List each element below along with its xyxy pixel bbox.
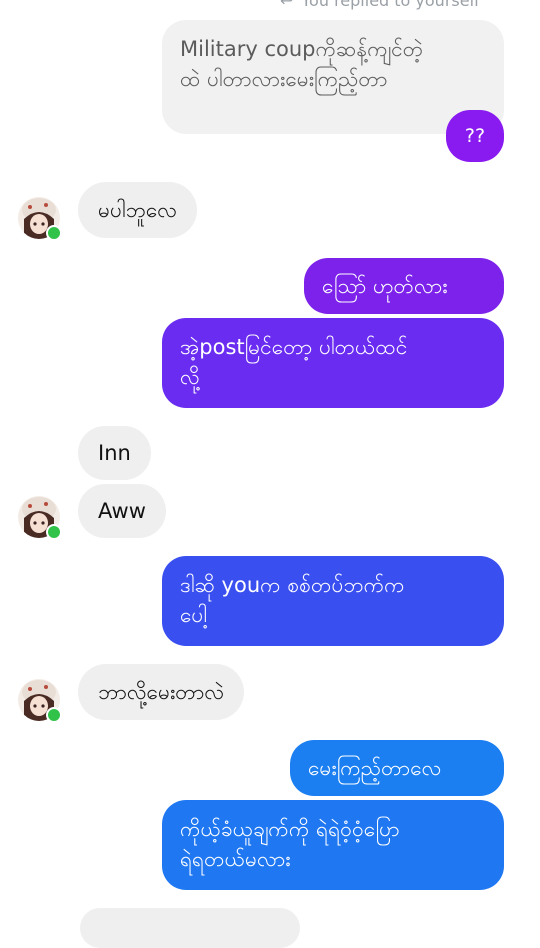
message-out[interactable]: ကိုယ့်ခံယူချက်ကို ရဲရဲဝံ့ဝံ့ပြော ရဲရတယ်မ… [162, 800, 504, 890]
message-line-1: ကိုယ့်ခံယူချက်ကို ရဲရဲဝံ့ဝံ့ပြော [180, 817, 400, 841]
quoted-line-1: Military coupကိုဆန့်ကျင်တဲ့ [180, 37, 424, 61]
message-out[interactable]: အဲ့postမြင်တော့ ပါတယ်ထင် လို့ [162, 318, 504, 408]
message-out[interactable]: မေးကြည့်တာလေ [290, 740, 504, 796]
message-text: ?? [464, 125, 486, 147]
online-status-dot [46, 225, 62, 241]
contact-avatar[interactable] [18, 496, 62, 540]
message-line-1: ဒါဆို youက စစ်တပ်ဘက်က [180, 573, 405, 597]
message-out[interactable]: ဒါဆို youက စစ်တပ်ဘက်က ပေါ့ [162, 556, 504, 646]
message-text: ဘာလို့မေးတာလဲ [98, 680, 225, 704]
message-line-2: ပေါ့ [180, 603, 208, 627]
message-in[interactable]: Aww [78, 484, 166, 538]
message-in-partial[interactable] [80, 908, 300, 948]
message-out-qq[interactable]: ?? [446, 110, 504, 162]
message-out[interactable]: သြော် ဟုတ်လား [304, 258, 504, 314]
online-status-dot [46, 524, 62, 540]
message-in[interactable]: မပါဘူလေ [78, 182, 197, 238]
replied-to-yourself-hint: ↩ You replied to yourself [280, 0, 480, 10]
contact-avatar[interactable] [18, 679, 62, 723]
quoted-line-2: ထဲ ပါတာလားမေးကြည့်တာ [180, 67, 388, 91]
reply-arrow-icon: ↩ [280, 0, 294, 10]
message-text: မပါဘူလေ [98, 198, 177, 222]
message-line-2: ရဲရတယ်မလား [180, 847, 291, 871]
online-status-dot [46, 707, 62, 723]
message-line-1: အဲ့postမြင်တော့ ပါတယ်ထင် [180, 335, 408, 359]
contact-avatar[interactable] [18, 197, 62, 241]
message-in[interactable]: ဘာလို့မေးတာလဲ [78, 664, 245, 720]
reply-hint-text: You replied to yourself [301, 0, 480, 10]
message-text: မေးကြည့်တာလေ [308, 756, 442, 780]
message-text: သြော် ဟုတ်လား [322, 274, 448, 298]
message-line-2: လို့ [180, 365, 200, 389]
message-in[interactable]: Inn [78, 426, 151, 480]
message-text: Aww [98, 499, 146, 523]
message-text: Inn [98, 441, 131, 465]
